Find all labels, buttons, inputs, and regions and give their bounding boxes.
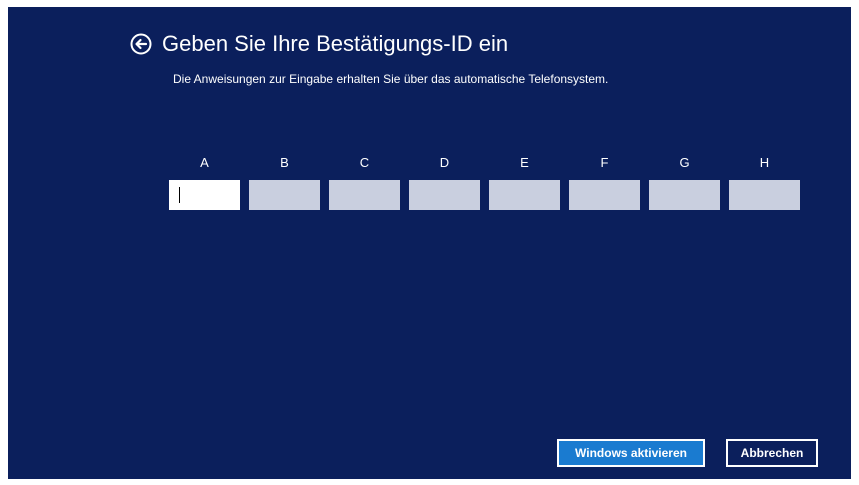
field-label: C [359, 155, 370, 170]
field-label: A [200, 155, 209, 170]
field-group-b: B [249, 155, 320, 210]
field-group-g: G [649, 155, 720, 210]
confirmation-id-fields: A B C D E F G H [169, 155, 809, 215]
page-subtitle: Die Anweisungen zur Eingabe erhalten Sie… [173, 72, 609, 86]
confirmation-field-h[interactable] [729, 180, 800, 210]
confirmation-field-e[interactable] [489, 180, 560, 210]
field-group-d: D [409, 155, 480, 210]
field-label: B [280, 155, 289, 170]
field-label: H [759, 155, 770, 170]
field-group-a: A [169, 155, 240, 210]
field-group-f: F [569, 155, 640, 210]
back-arrow-circle-icon [130, 33, 152, 55]
text-caret [179, 187, 180, 203]
back-button[interactable] [130, 33, 152, 55]
field-label: F [600, 155, 609, 170]
activation-screen: Geben Sie Ihre Bestätigungs-ID ein Die A… [8, 7, 851, 479]
confirmation-field-g[interactable] [649, 180, 720, 210]
page-title: Geben Sie Ihre Bestätigungs-ID ein [162, 31, 509, 56]
field-group-c: C [329, 155, 400, 210]
activate-windows-button[interactable]: Windows aktivieren [557, 439, 705, 467]
field-label: G [679, 155, 690, 170]
field-group-e: E [489, 155, 560, 210]
field-label: E [520, 155, 529, 170]
field-label: D [439, 155, 450, 170]
confirmation-field-f[interactable] [569, 180, 640, 210]
confirmation-field-d[interactable] [409, 180, 480, 210]
field-group-h: H [729, 155, 800, 210]
confirmation-field-c[interactable] [329, 180, 400, 210]
confirmation-field-b[interactable] [249, 180, 320, 210]
cancel-button[interactable]: Abbrechen [726, 439, 818, 467]
